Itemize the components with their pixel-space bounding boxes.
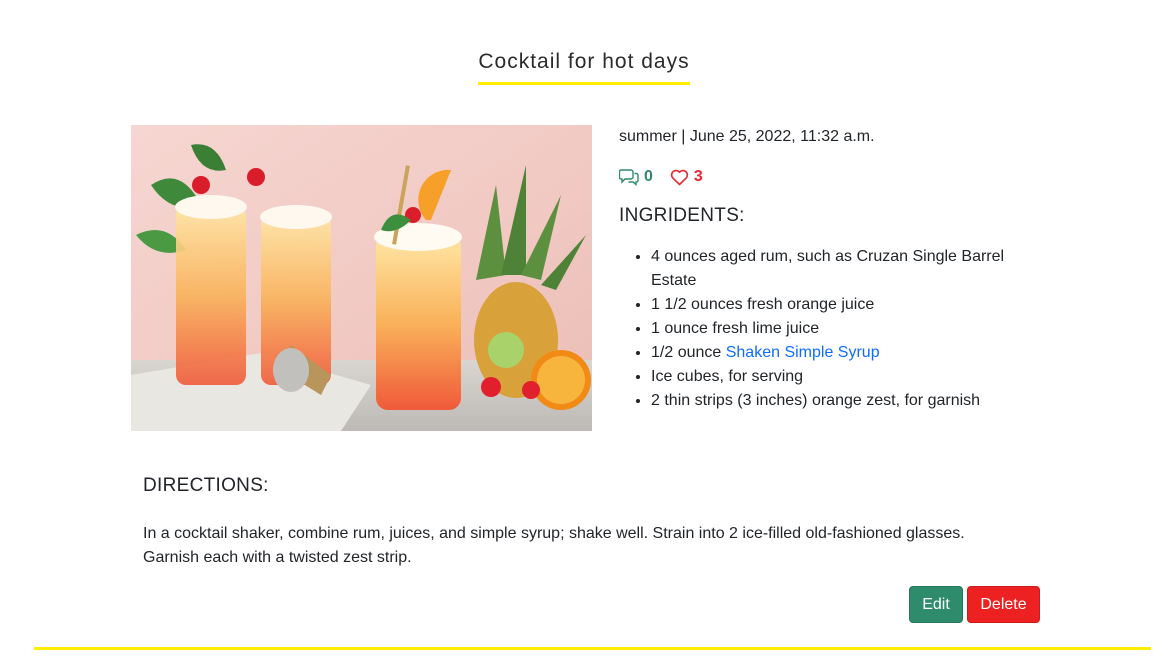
cocktail-photo xyxy=(131,125,592,431)
list-item: 1 ounce fresh lime juice xyxy=(651,317,1051,341)
comments-link[interactable]: 0 xyxy=(619,168,653,186)
list-item: 2 thin strips (3 inches) orange zest, fo… xyxy=(651,389,1051,413)
comment-count: 0 xyxy=(644,168,653,185)
bottom-divider xyxy=(34,647,1151,650)
title-wrapper: Cocktail for hot days xyxy=(0,50,1168,85)
edit-button[interactable]: Edit xyxy=(909,586,963,623)
ingredient-text: 1/2 ounce xyxy=(651,344,726,361)
simple-syrup-link[interactable]: Shaken Simple Syrup xyxy=(726,344,880,361)
cocktail-illustration xyxy=(131,125,592,431)
directions-text: In a cocktail shaker, combine rum, juice… xyxy=(143,525,965,566)
list-item: 1/2 ounce Shaken Simple Syrup xyxy=(651,341,1051,365)
list-item: 1 1/2 ounces fresh orange juice xyxy=(651,293,1051,317)
directions-heading: DIRECTIONS: xyxy=(143,475,269,496)
ingredients-list: 4 ounces aged rum, such as Cruzan Single… xyxy=(619,245,1051,413)
like-count: 3 xyxy=(693,168,703,185)
comments-icon xyxy=(619,169,639,186)
post-stats: 0 3 xyxy=(619,168,703,186)
list-item: 4 ounces aged rum, such as Cruzan Single… xyxy=(651,245,1051,293)
list-item: Ice cubes, for serving xyxy=(651,365,1051,389)
ingredients-heading: INGRIDENTS: xyxy=(619,205,745,226)
delete-button[interactable]: Delete xyxy=(967,586,1040,623)
like-button[interactable]: 3 xyxy=(670,168,703,186)
heart-icon xyxy=(670,169,689,185)
post-title: Cocktail for hot days xyxy=(478,50,690,85)
post-meta: summer | June 25, 2022, 11:32 a.m. xyxy=(619,128,875,145)
